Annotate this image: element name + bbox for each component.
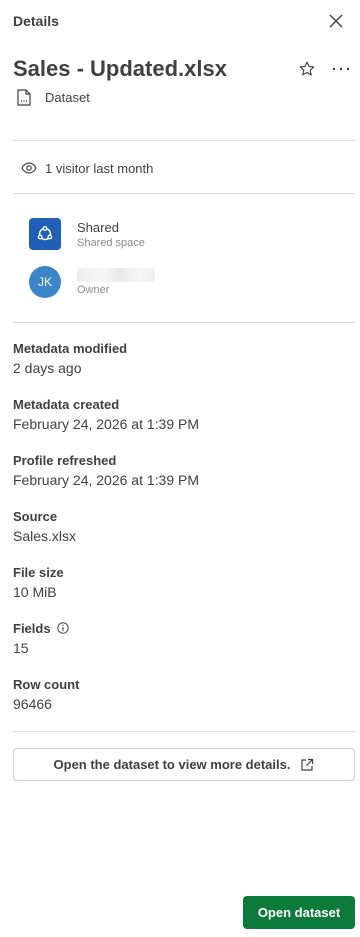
title-actions bbox=[296, 58, 352, 80]
file-size: File size 10 MiB bbox=[13, 563, 64, 601]
prop-value: February 24, 2026 at 1:39 PM bbox=[13, 416, 199, 432]
dataset-type-row: Dataset bbox=[17, 88, 90, 106]
prop-label: Metadata modified bbox=[13, 340, 128, 356]
open-details-label: Open the dataset to view more details. bbox=[53, 757, 291, 772]
prop-label: Metadata created bbox=[13, 396, 120, 412]
divider bbox=[13, 193, 355, 194]
dataset-type-label: Dataset bbox=[45, 89, 90, 105]
prop-label: Profile refreshed bbox=[13, 452, 117, 468]
space-type-label: Shared space bbox=[77, 236, 145, 249]
star-icon bbox=[299, 61, 315, 76]
eye-icon bbox=[21, 162, 37, 174]
close-icon bbox=[329, 14, 343, 28]
space-text: Shared Shared space bbox=[77, 220, 145, 249]
prop-label: Source bbox=[13, 508, 58, 524]
close-button[interactable] bbox=[325, 10, 347, 32]
dataset-file-icon bbox=[17, 88, 31, 106]
metadata-created: Metadata created February 24, 2026 at 1:… bbox=[13, 395, 199, 433]
panel-header: Details bbox=[13, 8, 347, 34]
owner-text: Owner bbox=[77, 268, 155, 296]
prop-value: Sales.xlsx bbox=[13, 528, 77, 544]
open-dataset-label: Open dataset bbox=[257, 905, 341, 920]
visitors-row: 1 visitor last month bbox=[21, 158, 153, 178]
file-title: Sales - Updated.xlsx bbox=[13, 56, 227, 81]
divider bbox=[13, 731, 355, 732]
more-horizontal-icon bbox=[332, 67, 350, 71]
divider bbox=[13, 322, 355, 323]
external-link-icon bbox=[301, 758, 314, 771]
profile-refreshed: Profile refreshed February 24, 2026 at 1… bbox=[13, 451, 199, 489]
shared-space-icon bbox=[29, 218, 61, 250]
space-item[interactable]: Shared Shared space bbox=[29, 218, 145, 250]
prop-value: 96466 bbox=[13, 696, 52, 712]
owner-item: JK Owner bbox=[29, 266, 155, 298]
prop-label: Row count bbox=[13, 676, 80, 692]
prop-label: Fields bbox=[13, 620, 51, 636]
divider bbox=[13, 140, 355, 141]
owner-role-label: Owner bbox=[77, 284, 110, 296]
prop-value: 15 bbox=[13, 640, 29, 656]
visitors-text: 1 visitor last month bbox=[45, 160, 154, 176]
row-count: Row count 96466 bbox=[13, 675, 80, 713]
source: Source Sales.xlsx bbox=[13, 507, 77, 545]
info-icon[interactable] bbox=[56, 622, 69, 634]
prop-value: 10 MiB bbox=[13, 584, 57, 600]
metadata-modified: Metadata modified 2 days ago bbox=[13, 339, 128, 377]
panel-title: Details bbox=[13, 13, 59, 29]
fields: Fields 15 bbox=[13, 619, 69, 656]
open-dataset-details-button[interactable]: Open the dataset to view more details. bbox=[13, 748, 355, 781]
favorite-button[interactable] bbox=[296, 58, 318, 80]
file-title-row: Sales - Updated.xlsx bbox=[13, 54, 352, 84]
prop-value: February 24, 2026 at 1:39 PM bbox=[13, 472, 199, 488]
prop-label-row: Fields bbox=[13, 619, 69, 637]
prop-label: File size bbox=[13, 564, 64, 580]
owner-name-redacted bbox=[77, 268, 155, 282]
owner-avatar: JK bbox=[29, 266, 61, 298]
open-dataset-button[interactable]: Open dataset bbox=[243, 896, 355, 929]
details-panel: Details Sales - Updated.xlsx Dataset 1 v… bbox=[0, 0, 360, 937]
more-actions-button[interactable] bbox=[330, 58, 352, 80]
prop-value: 2 days ago bbox=[13, 360, 82, 376]
space-name: Shared bbox=[77, 219, 119, 235]
